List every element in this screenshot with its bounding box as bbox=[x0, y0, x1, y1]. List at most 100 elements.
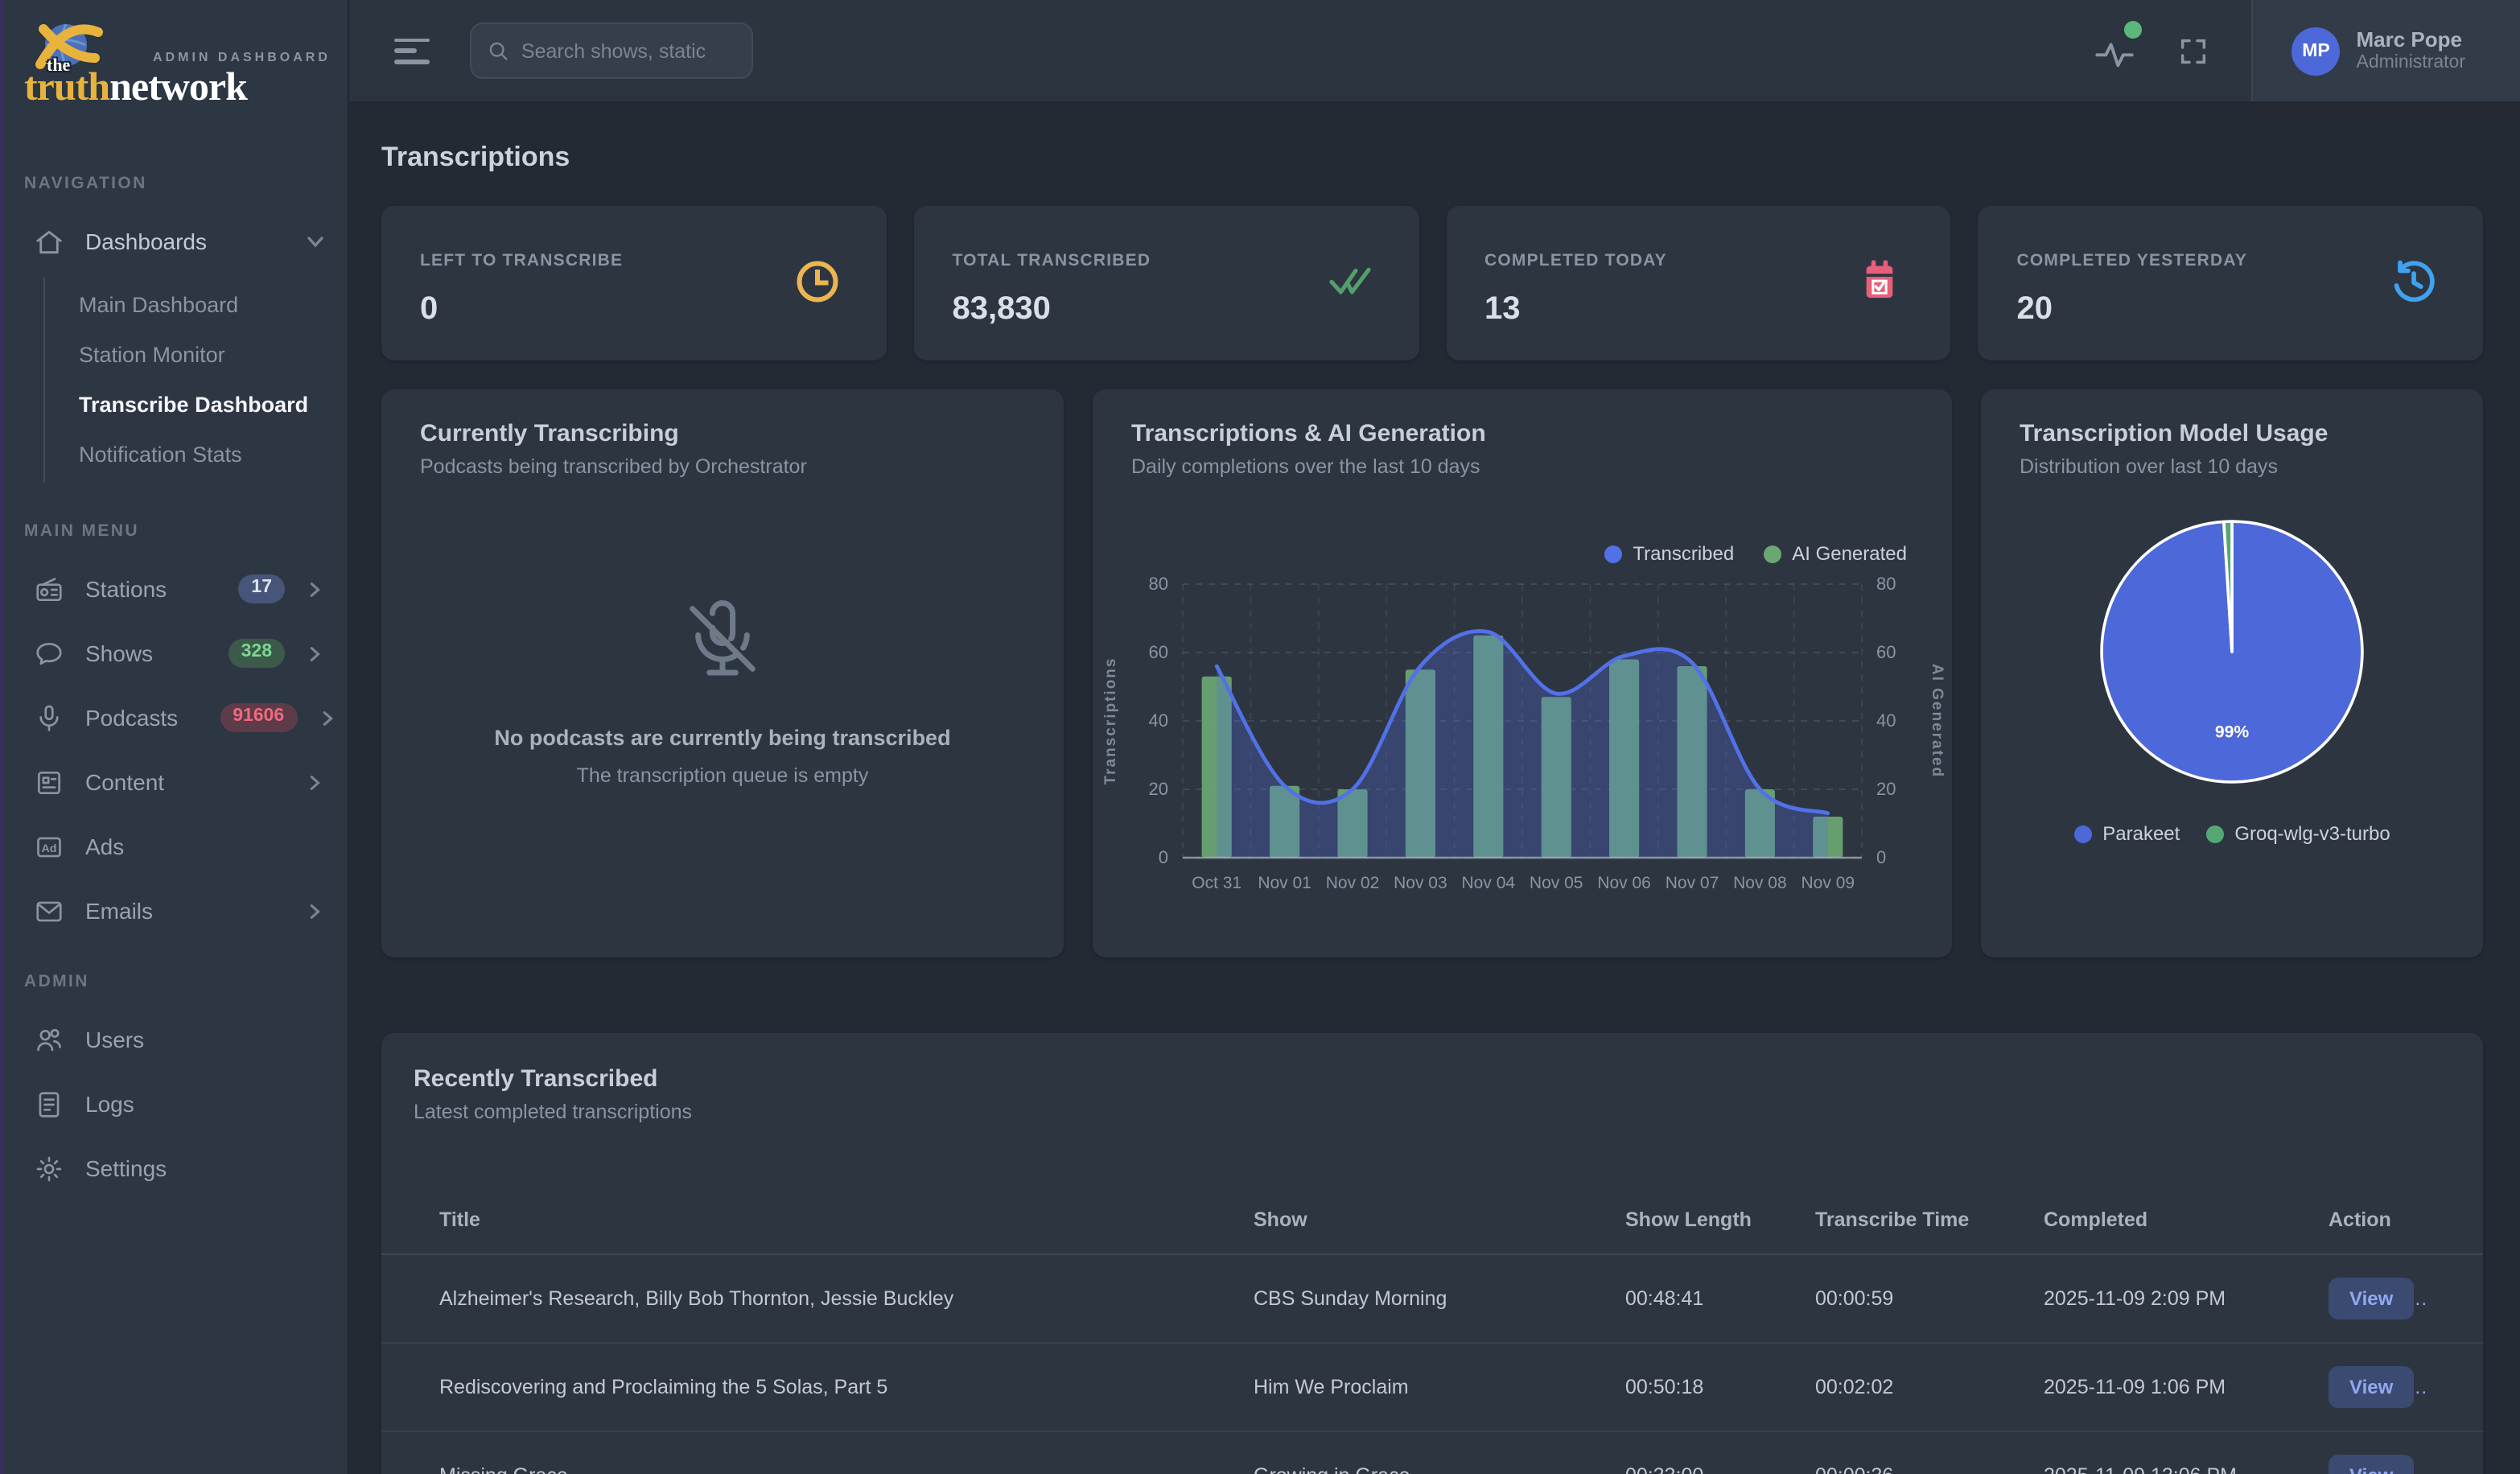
svg-text:Nov 06: Nov 06 bbox=[1597, 874, 1651, 892]
sidebar-item-label: Content bbox=[85, 769, 164, 795]
clock-icon bbox=[793, 257, 842, 306]
column-header-completed: Completed bbox=[2044, 1208, 2329, 1230]
svg-text:AI Generated: AI Generated bbox=[1929, 664, 1946, 778]
view-button[interactable]: View bbox=[2329, 1455, 2414, 1474]
transcriptions-table: Title Show Show Length Transcribe Time C… bbox=[381, 1184, 2483, 1474]
legend-dot bbox=[1763, 545, 1781, 562]
svg-text:40: 40 bbox=[1149, 710, 1168, 731]
svg-text:Nov 09: Nov 09 bbox=[1801, 874, 1855, 892]
sidebar-item-shows[interactable]: Shows 328 bbox=[0, 621, 348, 686]
cell-show-length: 00:48:41 bbox=[1625, 1287, 1815, 1310]
svg-text:60: 60 bbox=[1149, 642, 1168, 662]
brand-wordmark: truthnetwork bbox=[24, 68, 247, 108]
legend-item-groq: Groq-wlg-v3-turbo bbox=[2205, 822, 2390, 845]
svg-text:Nov 02: Nov 02 bbox=[1326, 874, 1380, 892]
mic-off-icon bbox=[677, 594, 768, 684]
chevron-right-icon bbox=[318, 708, 336, 727]
chevron-right-icon bbox=[306, 644, 325, 663]
svg-text:Nov 04: Nov 04 bbox=[1462, 874, 1516, 892]
stat-card-total-transcribed: TOTAL TRANSCRIBED 83,830 bbox=[914, 206, 1419, 360]
sidebar-item-label: Users bbox=[85, 1027, 144, 1052]
sidebar-item-label: Dashboards bbox=[85, 229, 207, 254]
table-header: Title Show Show Length Transcribe Time C… bbox=[381, 1184, 2483, 1255]
stat-label: COMPLETED TODAY bbox=[1484, 251, 1913, 270]
card-subtitle: Daily completions over the last 10 days bbox=[1131, 455, 1913, 478]
shows-count-badge: 328 bbox=[229, 640, 285, 668]
card-subtitle: Latest completed transcriptions bbox=[414, 1101, 2451, 1123]
empty-state-title: No podcasts are currently being transcri… bbox=[494, 726, 950, 750]
sidebar-item-label: Podcasts bbox=[85, 705, 178, 731]
nav-section-navigation: NAVIGATION bbox=[0, 145, 348, 209]
cell-show: Growing in Grace bbox=[1254, 1464, 1625, 1474]
svg-text:0: 0 bbox=[1159, 847, 1168, 867]
user-name: Marc Pope bbox=[2357, 27, 2466, 51]
sidebar-subitem-station-monitor[interactable]: Station Monitor bbox=[45, 330, 348, 380]
podcasts-count-badge: 91606 bbox=[220, 704, 297, 732]
svg-text:60: 60 bbox=[1876, 642, 1896, 662]
cell-show: Him We Proclaim bbox=[1254, 1376, 1625, 1398]
recently-transcribed-card: Recently Transcribed Latest completed tr… bbox=[381, 1033, 2483, 1474]
sidebar-item-ads[interactable]: Ad Ads bbox=[0, 814, 348, 879]
cell-title: Missing Grace bbox=[439, 1464, 1254, 1474]
legend-item-parakeet: Parakeet bbox=[2073, 822, 2180, 845]
user-menu[interactable]: MP Marc Pope Administrator bbox=[2252, 0, 2520, 101]
sidebar-item-settings[interactable]: Settings bbox=[0, 1136, 348, 1200]
column-header-show: Show bbox=[1254, 1208, 1625, 1230]
news-doc-icon bbox=[34, 767, 64, 797]
card-title: Transcription Model Usage bbox=[2020, 420, 2444, 447]
sidebar-item-content[interactable]: Content bbox=[0, 750, 348, 814]
sidebar-item-label: Emails bbox=[85, 898, 153, 924]
sidebar-item-users[interactable]: Users bbox=[0, 1007, 348, 1072]
sidebar-item-stations[interactable]: Stations 17 bbox=[0, 557, 348, 621]
legend-dot bbox=[2205, 825, 2223, 842]
sidebar-subitem-main-dashboard[interactable]: Main Dashboard bbox=[45, 280, 348, 330]
sidebar-subitem-notification-stats[interactable]: Notification Stats bbox=[45, 430, 348, 480]
log-file-icon bbox=[34, 1089, 64, 1119]
microphone-icon bbox=[34, 702, 64, 733]
sidebar-item-label: Settings bbox=[85, 1155, 167, 1181]
search-input[interactable] bbox=[521, 39, 735, 62]
topbar-right: MP Marc Pope Administrator bbox=[2094, 0, 2520, 101]
view-button[interactable]: View bbox=[2329, 1278, 2414, 1320]
activity-status-icon[interactable] bbox=[2094, 30, 2136, 72]
app-window: ADMIN DASHBOARD the truthnetwork NAVIGAT… bbox=[0, 0, 2520, 1474]
bar-line-chart: 002020404060608080Oct 31Nov 01Nov 02Nov … bbox=[1093, 571, 1952, 912]
sidebar-item-dashboards[interactable]: Dashboards bbox=[0, 209, 348, 274]
view-button[interactable]: View bbox=[2329, 1366, 2414, 1408]
ad-icon: Ad bbox=[34, 831, 64, 862]
legend-label: Parakeet bbox=[2102, 822, 2180, 845]
chevron-right-icon bbox=[306, 579, 325, 599]
main-area: MP Marc Pope Administrator Transcription… bbox=[349, 0, 2520, 1474]
sidebar-subitem-transcribe-dashboard[interactable]: Transcribe Dashboard bbox=[45, 380, 348, 430]
cell-title: Alzheimer's Research, Billy Bob Thornton… bbox=[439, 1287, 1254, 1310]
sidebar-item-emails[interactable]: Emails bbox=[0, 879, 348, 943]
currently-transcribing-card: Currently Transcribing Podcasts being tr… bbox=[381, 389, 1064, 957]
svg-text:Nov 05: Nov 05 bbox=[1530, 874, 1583, 892]
chevron-right-icon bbox=[306, 772, 325, 792]
model-usage-card: Transcription Model Usage Distribution o… bbox=[1981, 389, 2483, 957]
stations-count-badge: 17 bbox=[238, 575, 285, 603]
svg-text:Nov 08: Nov 08 bbox=[1733, 874, 1787, 892]
history-icon bbox=[2390, 257, 2438, 306]
calendar-check-icon bbox=[1858, 257, 1906, 306]
sidebar-item-podcasts[interactable]: Podcasts 91606 bbox=[0, 686, 348, 750]
legend-label: Transcribed bbox=[1633, 542, 1734, 565]
sidebar-item-label: Shows bbox=[85, 640, 153, 666]
pie-chart: 99% bbox=[2084, 504, 2380, 800]
column-header-transcribe-time: Transcribe Time bbox=[1815, 1208, 2044, 1230]
fullscreen-icon[interactable] bbox=[2178, 35, 2210, 67]
svg-text:0: 0 bbox=[1876, 847, 1886, 867]
cell-show: CBS Sunday Morning bbox=[1254, 1287, 1625, 1310]
brand-logo[interactable]: ADMIN DASHBOARD the truthnetwork bbox=[0, 0, 348, 145]
stat-label: LEFT TO TRANSCRIBE bbox=[420, 251, 848, 270]
brand-word-truth: truth bbox=[24, 66, 109, 109]
sidebar-item-logs[interactable]: Logs bbox=[0, 1072, 348, 1136]
menu-toggle-icon[interactable] bbox=[394, 38, 430, 64]
svg-text:Nov 07: Nov 07 bbox=[1666, 874, 1719, 892]
card-subtitle: Podcasts being transcribed by Orchestrat… bbox=[420, 455, 1025, 478]
svg-text:80: 80 bbox=[1876, 574, 1896, 594]
chevron-down-icon bbox=[306, 232, 325, 251]
svg-text:Oct 31: Oct 31 bbox=[1192, 874, 1241, 892]
svg-text:Nov 01: Nov 01 bbox=[1258, 874, 1311, 892]
card-title: Transcriptions & AI Generation bbox=[1131, 420, 1913, 447]
